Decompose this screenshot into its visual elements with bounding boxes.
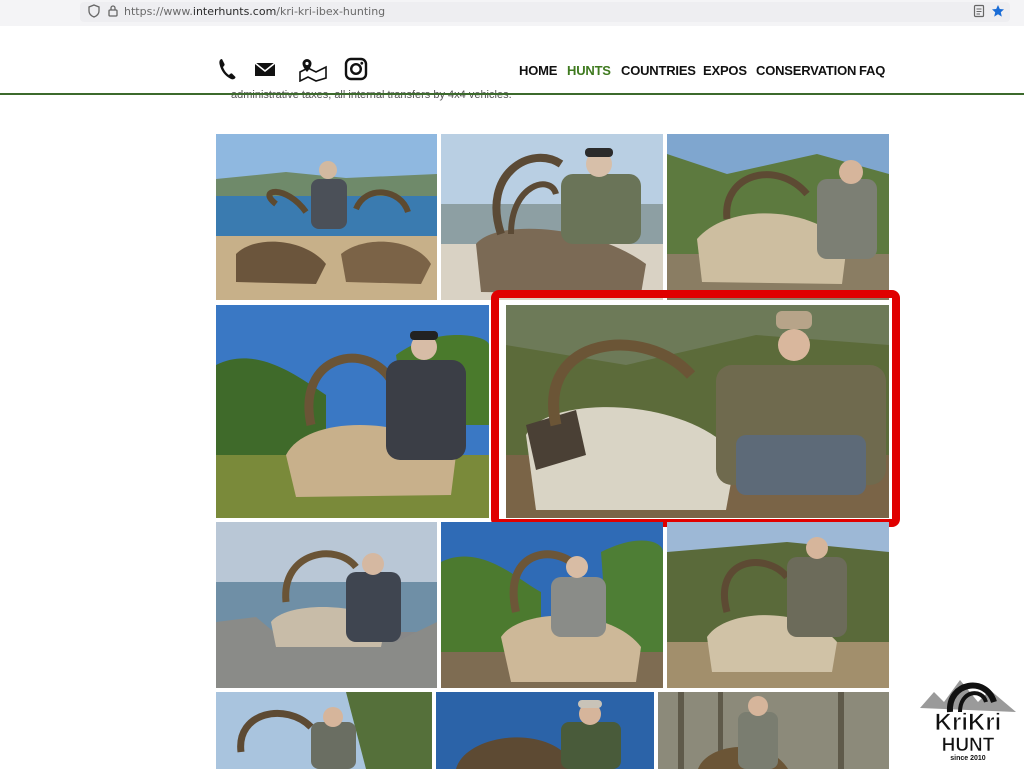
krikri-hunt-logo: KriKri HUNT since 2010 bbox=[920, 672, 1016, 762]
gallery-photo-4[interactable] bbox=[216, 305, 489, 518]
shield-icon[interactable] bbox=[87, 4, 101, 18]
nav-countries[interactable]: COUNTRIES bbox=[621, 63, 696, 78]
red-highlight-frame bbox=[491, 290, 900, 527]
gallery-photo-11[interactable] bbox=[658, 692, 889, 769]
nav-hunts[interactable]: HUNTS bbox=[567, 63, 611, 78]
gallery-photo-10[interactable] bbox=[436, 692, 654, 769]
mail-icon[interactable] bbox=[252, 56, 278, 82]
svg-text:since 2010: since 2010 bbox=[950, 755, 986, 762]
lock-icon[interactable] bbox=[106, 4, 120, 18]
gallery-photo-8[interactable] bbox=[667, 522, 889, 688]
gallery-photo-3[interactable] bbox=[667, 134, 889, 300]
intro-text-fragment: administrative taxes, all internal trans… bbox=[231, 90, 512, 101]
reader-view-icon[interactable] bbox=[972, 4, 986, 18]
nav-home[interactable]: HOME bbox=[519, 63, 557, 78]
gallery-photo-7[interactable] bbox=[441, 522, 663, 688]
map-icon[interactable] bbox=[298, 56, 327, 83]
nav-conservation[interactable]: CONSERVATION bbox=[756, 63, 856, 78]
url-text: https://www.interhunts.com/kri-kri-ibex-… bbox=[124, 5, 386, 18]
gallery-photo-1[interactable] bbox=[216, 134, 437, 300]
gallery-photo-2[interactable] bbox=[441, 134, 663, 300]
bookmark-star-icon[interactable] bbox=[991, 4, 1005, 18]
phone-icon[interactable] bbox=[214, 56, 240, 82]
nav-faq[interactable]: FAQ bbox=[859, 63, 885, 78]
gallery-photo-9[interactable] bbox=[216, 692, 432, 769]
browser-toolbar: https://www.interhunts.com/kri-kri-ibex-… bbox=[0, 0, 1024, 27]
site-header bbox=[0, 26, 1024, 94]
nav-expos[interactable]: EXPOS bbox=[703, 63, 747, 78]
header-divider bbox=[0, 93, 1024, 95]
instagram-icon[interactable] bbox=[343, 56, 369, 82]
svg-text:KriKri: KriKri bbox=[935, 709, 1002, 736]
svg-text:HUNT: HUNT bbox=[942, 735, 995, 756]
gallery-photo-6[interactable] bbox=[216, 522, 437, 688]
